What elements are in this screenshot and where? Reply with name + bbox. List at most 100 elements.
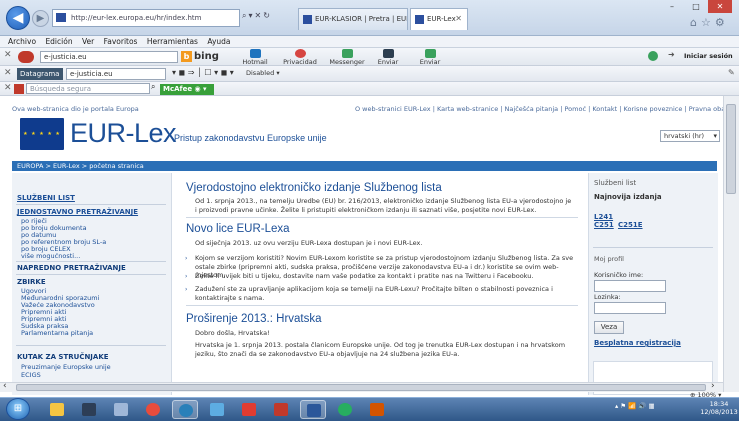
- menu-herramientas[interactable]: Herramientas: [147, 37, 198, 46]
- disabled-dropdown[interactable]: Disabled ▾: [246, 69, 280, 77]
- favicon-icon: [56, 13, 66, 22]
- folder-icon: [50, 403, 64, 416]
- taskbar-app10[interactable]: [332, 400, 358, 419]
- acrobat-icon: [274, 403, 288, 416]
- toolbar2-tools-icons[interactable]: ▾ ◼ ⇒ │ ☐ ▾ ◼ ▾: [172, 68, 234, 77]
- horizontal-scroll-thumb[interactable]: [16, 384, 706, 391]
- messenger-button[interactable]: Messenger: [328, 49, 366, 66]
- top-links[interactable]: O web-stranici EUR-Lex | Karta web-stran…: [355, 105, 739, 113]
- wrench-icon[interactable]: ✎: [728, 68, 735, 77]
- scroll-right-icon[interactable]: ›: [711, 381, 715, 391]
- paragraph-new-face: Od siječnja 2013. uz ovu verziju EUR-Lex…: [195, 239, 423, 247]
- close-toolbar-icon[interactable]: ✕: [4, 83, 12, 93]
- eurlex-favicon-icon: [415, 15, 424, 24]
- scroll-left-icon[interactable]: ‹: [3, 381, 7, 391]
- vertical-scroll-thumb[interactable]: [726, 104, 736, 194]
- tab-eurlex[interactable]: EUR-Lex ✕: [410, 8, 468, 30]
- datagrama-logo[interactable]: Datagrama: [17, 68, 63, 80]
- nav-item-download[interactable]: Preuzimanje Europske unije: [21, 364, 111, 371]
- issue-l241-link[interactable]: L241: [594, 213, 613, 221]
- tab-label: EUR-Lex: [427, 15, 456, 23]
- username-input[interactable]: [594, 280, 666, 292]
- media-icon: [82, 403, 96, 416]
- taskbar-app3[interactable]: [108, 400, 134, 419]
- close-tab-icon[interactable]: ✕: [455, 9, 462, 29]
- menu-ayuda[interactable]: Ayuda: [207, 37, 230, 46]
- window-controls: – □ ✕: [660, 0, 739, 14]
- search-icon[interactable]: ⌕: [151, 82, 155, 92]
- taskbar-explorer[interactable]: [44, 400, 70, 419]
- privacy-button[interactable]: Privacidad: [282, 49, 318, 66]
- divider: [16, 261, 166, 262]
- minimize-button[interactable]: –: [660, 0, 684, 13]
- mcafee-button[interactable]: McAfee ◉ ▾: [160, 84, 214, 95]
- chrome-icon: [146, 403, 160, 416]
- nav-item-more-options[interactable]: više mogućnosti...: [21, 253, 80, 260]
- menu-edicion[interactable]: Edición: [45, 37, 72, 46]
- language-select[interactable]: hrvatski (hr) ▾: [660, 130, 720, 142]
- heading-new-face: Novo lice EUR-Lexa: [186, 223, 290, 235]
- close-window-button[interactable]: ✕: [708, 0, 732, 13]
- username-label: Korisničko ime:: [594, 271, 644, 279]
- bing-logo[interactable]: b bing: [181, 51, 229, 63]
- issue-c251-link[interactable]: C251: [594, 221, 614, 229]
- paragraph-authentic-oj: Od 1. srpnja 2013., na temelju Uredbe (E…: [195, 197, 572, 214]
- taskbar-acrobat[interactable]: [268, 400, 294, 419]
- forward-button[interactable]: ▶: [32, 10, 49, 27]
- password-input[interactable]: [594, 302, 666, 314]
- close-toolbar-icon[interactable]: ✕: [4, 50, 12, 60]
- hotmail-button[interactable]: Hotmail: [238, 49, 272, 66]
- close-toolbar-icon[interactable]: ✕: [4, 68, 12, 78]
- menu-ver[interactable]: Ver: [82, 37, 94, 46]
- nav-official-journal[interactable]: SLUŽBENI LIST: [17, 194, 75, 202]
- nav-advanced-search[interactable]: NAPREDNO PRETRAŽIVANJE: [17, 264, 126, 272]
- issue-c251e-link[interactable]: C251E: [618, 221, 643, 229]
- free-registration-link[interactable]: Besplatna registracija: [594, 339, 681, 347]
- taskbar-chrome[interactable]: [140, 400, 166, 419]
- home-star-gear-icons[interactable]: ⌂☆⚙: [690, 16, 735, 29]
- app-icon: [338, 403, 352, 416]
- signin-icon: ➜: [668, 50, 675, 59]
- taskbar-powerpoint[interactable]: [364, 400, 390, 419]
- nav-simple-search[interactable]: JEDNOSTAVNO PRETRAŽIVANJE: [17, 208, 138, 216]
- nav-item-parliamentary-questions[interactable]: Parlamentarna pitanja: [21, 330, 93, 337]
- bullet-icon: ›: [185, 286, 188, 293]
- address-tools[interactable]: ⌕▾✕↻: [242, 11, 298, 25]
- taskbar-media[interactable]: [76, 400, 102, 419]
- login-button[interactable]: Veza: [594, 321, 624, 334]
- menu-archivo[interactable]: Archivo: [8, 37, 36, 46]
- address-bar[interactable]: http://eur-lex.europa.eu/hr/index.htm: [52, 9, 240, 27]
- breadcrumb[interactable]: EUROPA > EUR-Lex > početna stranica: [12, 161, 717, 171]
- taskbar-ie[interactable]: [172, 400, 198, 419]
- back-button[interactable]: ◀: [6, 6, 30, 30]
- taskbar-app6[interactable]: [204, 400, 230, 419]
- divider: [186, 217, 578, 218]
- app-icon: [114, 403, 128, 416]
- nav-collections[interactable]: ZBIRKE: [17, 278, 46, 286]
- toolbar-logo-icon: [18, 51, 34, 63]
- windows-logo-icon: ⊞: [13, 403, 23, 414]
- profile-heading: Moj profil: [594, 255, 624, 263]
- taskbar-word[interactable]: [300, 400, 326, 419]
- right-panel: Službeni list Najnovija izdanja L241 C25…: [588, 173, 718, 395]
- maximize-button[interactable]: □: [684, 0, 708, 13]
- safe-search-input[interactable]: Búsqueda segura: [26, 83, 150, 94]
- menu-favoritos[interactable]: Favoritos: [104, 37, 138, 46]
- eu-stars-icon: ★ ★ ★ ★ ★: [23, 131, 61, 137]
- signin-link[interactable]: Iniciar sesión: [684, 52, 733, 60]
- toolbar-search-input[interactable]: e-justicia.eu: [40, 51, 178, 63]
- tab-eurlex-search[interactable]: EUR-KLASIOR | Pretra | EUR-Lex: [298, 8, 408, 30]
- bing-toolbar: ✕ e-justicia.eu b bing Hotmail Privacidad…: [0, 48, 739, 74]
- clock[interactable]: 18:34 12/08/2013: [700, 400, 738, 416]
- powerpoint-icon: [370, 403, 384, 416]
- taskbar-opera[interactable]: [236, 400, 262, 419]
- send-page-icon: [424, 49, 436, 58]
- nav-item-ecigs[interactable]: ECIGS: [21, 372, 41, 379]
- eurlex-favicon-icon: [303, 15, 312, 24]
- datagrama-search-input[interactable]: e-justicia.eu: [66, 68, 166, 80]
- nav-experts-corner[interactable]: KUTAK ZA STRUČNJAKE: [17, 353, 109, 361]
- latest-issues-label: Najnovija izdanja: [594, 193, 662, 201]
- divider: [16, 204, 166, 205]
- hotmail-icon: [249, 49, 261, 58]
- eurlex-logo[interactable]: EUR-Lex: [70, 118, 177, 149]
